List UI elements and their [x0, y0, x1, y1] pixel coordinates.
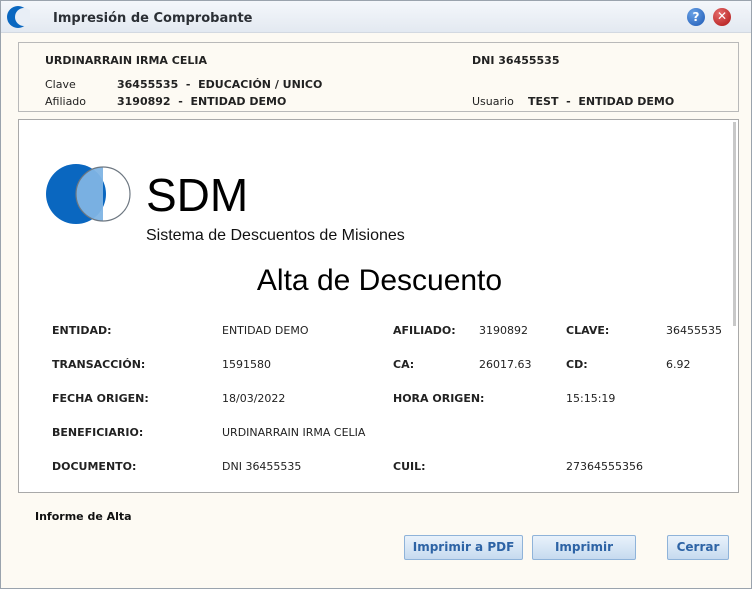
afiliado-label: Afiliado: [45, 95, 87, 108]
voucher-info-panel: URDINARRAIN IRMA CELIA DNI 36455535 Clav…: [18, 42, 739, 112]
documento-label: DOCUMENTO:: [52, 460, 137, 473]
member-name: URDINARRAIN IRMA CELIA: [45, 54, 207, 67]
title-bar[interactable]: Impresión de Comprobante ? ✕: [1, 1, 751, 33]
print-pdf-button[interactable]: Imprimir a PDF: [404, 535, 523, 560]
print-button[interactable]: Imprimir: [532, 535, 636, 560]
brand-name: SDM: [146, 169, 249, 221]
usuario-value: TEST - ENTIDAD DEMO: [528, 95, 675, 108]
cd-value: 6.92: [666, 358, 691, 371]
afiliado-value: 3190892 - ENTIDAD DEMO: [117, 95, 287, 108]
beneficiario-label: BENEFICIARIO:: [52, 426, 144, 439]
ca-label: CA:: [393, 358, 415, 371]
clave-label: Clave: [45, 78, 76, 91]
transaccion-label: TRANSACCIÓN:: [52, 358, 146, 371]
document-preview[interactable]: SDM Sistema de Descuentos de Misiones Al…: [18, 119, 739, 493]
documento-value: DNI 36455535: [222, 460, 302, 473]
sdm-logo: [46, 164, 131, 224]
brand-subtitle: Sistema de Descuentos de Misiones: [146, 227, 405, 244]
afiliado-field-value: 3190892: [479, 324, 528, 337]
report-title: Informe de Alta: [35, 510, 132, 523]
afiliado-field-label: AFILIADO:: [393, 324, 456, 337]
print-voucher-window: Impresión de Comprobante ? ✕ URDINARRAIN…: [0, 0, 752, 589]
beneficiario-value: URDINARRAIN IRMA CELIA: [222, 426, 366, 439]
clave-field-label: CLAVE:: [566, 324, 610, 337]
usuario-label: Usuario: [472, 95, 514, 108]
clave-field-value: 36455535: [666, 324, 722, 337]
cd-label: CD:: [566, 358, 588, 371]
entidad-value: ENTIDAD DEMO: [222, 324, 309, 337]
fecha-origen-label: FECHA ORIGEN:: [52, 392, 149, 405]
hora-origen-value: 15:15:19: [566, 392, 616, 405]
cuil-label: CUIL:: [393, 460, 426, 473]
window-title: Impresión de Comprobante: [53, 11, 253, 26]
entidad-label: ENTIDAD:: [52, 324, 112, 337]
close-button[interactable]: Cerrar: [667, 535, 729, 560]
help-icon[interactable]: ?: [687, 8, 705, 26]
cuil-value: 27364555356: [566, 460, 643, 473]
app-logo-icon: [7, 6, 30, 28]
transaccion-value: 1591580: [222, 358, 271, 371]
fecha-origen-value: 18/03/2022: [222, 392, 286, 405]
hora-origen-label: HORA ORIGEN:: [393, 392, 485, 405]
close-icon[interactable]: ✕: [713, 8, 731, 26]
clave-value: 36455535 - EDUCACIÓN / UNICO: [117, 78, 323, 91]
ca-value: 26017.63: [479, 358, 532, 371]
document-title: Alta de Descuento: [256, 264, 503, 297]
member-dni: DNI 36455535: [472, 54, 560, 67]
